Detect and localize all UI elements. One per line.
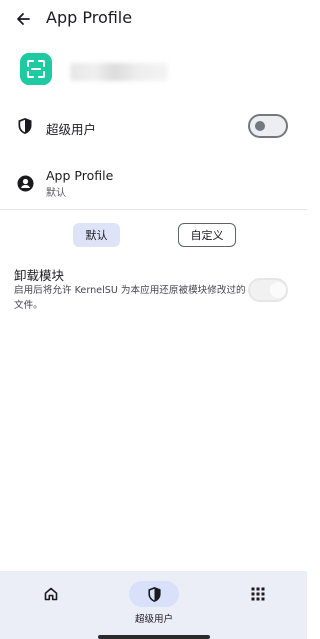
superuser-toggle[interactable] bbox=[248, 114, 288, 138]
app-profile-row[interactable]: App Profile 默认 bbox=[0, 164, 307, 200]
back-button[interactable] bbox=[10, 6, 36, 32]
umount-modules-title: 卸载模块 bbox=[14, 268, 65, 283]
app-profile-subtitle: 默认 bbox=[46, 188, 66, 199]
umount-modules-description: 启用后将允许 KernelSU 为本应用还原被模块修改过的文件。 bbox=[14, 285, 246, 311]
divider bbox=[0, 209, 307, 210]
toggle-knob bbox=[270, 282, 286, 298]
umount-modules-toggle[interactable] bbox=[248, 278, 288, 302]
bottom-navigation: 超级用户 bbox=[0, 571, 307, 639]
account-circle-icon bbox=[16, 174, 34, 192]
nav-superuser-label: 超级用户 bbox=[134, 614, 173, 625]
superuser-label: 超级用户 bbox=[46, 122, 97, 137]
toggle-knob bbox=[255, 121, 265, 131]
nav-icon-container bbox=[129, 581, 179, 607]
page-title: App Profile bbox=[46, 8, 133, 27]
app-name-redacted bbox=[70, 63, 168, 81]
shield-icon bbox=[16, 117, 34, 135]
default-profile-chip[interactable]: 默认 bbox=[73, 223, 120, 247]
app-profile-title: App Profile bbox=[46, 168, 114, 183]
nav-modules[interactable] bbox=[218, 571, 298, 633]
app-icon bbox=[20, 53, 52, 85]
home-icon bbox=[44, 587, 58, 601]
gesture-bar[interactable] bbox=[98, 635, 210, 639]
superuser-row[interactable]: 超级用户 bbox=[0, 108, 307, 144]
shield-icon bbox=[147, 586, 161, 602]
nav-superuser[interactable]: 超级用户 bbox=[114, 571, 194, 633]
top-app-bar: App Profile bbox=[0, 0, 307, 38]
nav-icon-container bbox=[26, 581, 76, 607]
app-header bbox=[0, 53, 307, 89]
arrow-back-icon bbox=[17, 13, 30, 25]
nav-icon-container bbox=[233, 581, 283, 607]
apps-grid-icon bbox=[251, 587, 265, 601]
nav-home[interactable] bbox=[11, 571, 91, 633]
scan-frame-icon bbox=[27, 60, 45, 78]
custom-profile-chip[interactable]: 自定义 bbox=[178, 223, 236, 247]
